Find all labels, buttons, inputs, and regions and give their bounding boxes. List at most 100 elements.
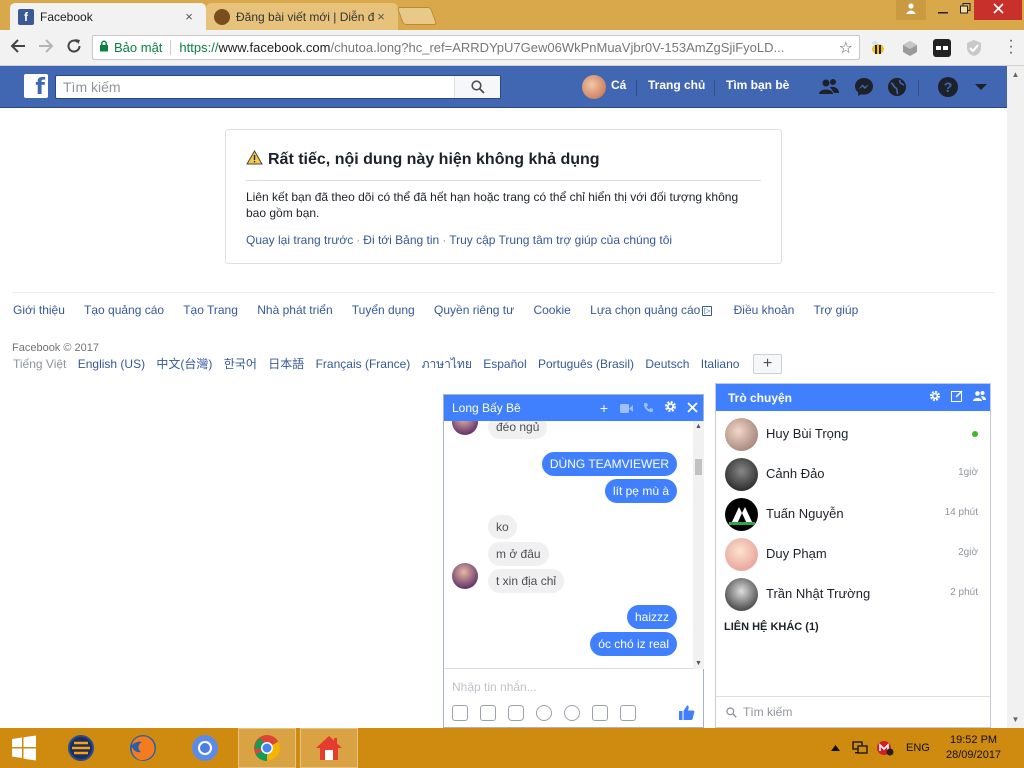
reload-icon[interactable] [63, 37, 85, 59]
messenger-icon[interactable] [853, 76, 875, 98]
network-icon[interactable] [852, 728, 868, 768]
add-people-icon[interactable]: + [593, 400, 615, 416]
chat-contact-item[interactable]: Duy Phạm 2giờ [716, 534, 992, 574]
user-profile-icon[interactable] [896, 0, 926, 20]
language-link[interactable]: English (US) [78, 357, 145, 371]
back-arrow-icon[interactable] [7, 37, 29, 59]
video-call-icon[interactable] [615, 400, 637, 416]
forward-arrow-icon[interactable] [35, 37, 57, 59]
chat-search[interactable]: Tìm kiếm [716, 696, 990, 727]
create-group-icon[interactable] [968, 390, 990, 405]
scrollbar-thumb[interactable] [695, 459, 702, 475]
footer-link-create-ad[interactable]: Tạo quảng cáo [84, 303, 164, 317]
footer-link-ad-choices[interactable]: Lựa chọn quảng cáo [590, 303, 700, 317]
chat-sidebar-header[interactable]: Trò chuyện [716, 384, 990, 411]
chat-messages[interactable]: đéo ngủ DÙNG TEAMVIEWER lít pẹ mù à ko m… [444, 421, 694, 669]
more-languages-button[interactable]: + [753, 354, 782, 374]
language-link[interactable]: 中文(台灣) [156, 357, 212, 371]
language-link[interactable]: Português (Brasil) [538, 357, 634, 371]
footer-link-privacy[interactable]: Quyền riêng tư [434, 303, 514, 317]
help-icon[interactable]: ? [937, 76, 959, 98]
chat-contact-item[interactable]: Trần Nhật Trường 2 phút [716, 574, 992, 614]
new-message-icon[interactable] [946, 390, 968, 405]
chat-contact-item[interactable]: Cảnh Đảo 1giờ [716, 454, 992, 494]
voice-call-icon[interactable] [637, 400, 659, 416]
scroll-up-arrow-icon[interactable]: ▲ [1007, 70, 1024, 79]
tab-close-icon[interactable]: × [182, 9, 196, 24]
window-close-button[interactable] [974, 0, 1022, 20]
search-input[interactable] [56, 76, 456, 98]
home-link[interactable]: Trang chủ [648, 78, 705, 92]
contact-avatar[interactable] [452, 421, 478, 435]
language-link[interactable]: Deutsch [645, 357, 689, 371]
emoji-icon[interactable] [536, 705, 552, 721]
new-tab-button[interactable] [396, 7, 438, 25]
chat-contact-item[interactable]: Tuấn Nguyễn 14 phút [716, 494, 992, 534]
profile-avatar[interactable] [582, 75, 606, 99]
system-clock[interactable]: 19:52 PM 28/09/2017 [946, 733, 1001, 763]
bookmark-star-icon[interactable]: ☆ [839, 38, 853, 58]
gif-icon[interactable] [508, 705, 524, 721]
chat-window-header[interactable]: Long Bấy Bê + [444, 395, 703, 421]
profile-name-link[interactable]: Cá [611, 78, 626, 92]
language-link[interactable]: Español [483, 357, 526, 371]
chrome-menu-icon[interactable]: · · · [1004, 33, 1018, 61]
tab-forum[interactable]: Đăng bài viết mới | Diễn đ × [206, 3, 398, 30]
start-button[interactable] [0, 728, 48, 768]
taskbar-app-chrome[interactable] [238, 728, 296, 768]
language-link[interactable]: Italiano [701, 357, 740, 371]
message-input[interactable]: Nhập tin nhắn... [444, 672, 703, 702]
notifications-globe-icon[interactable] [886, 76, 908, 98]
show-hidden-icons-caret-icon[interactable] [831, 728, 840, 768]
glasses-extension-icon[interactable] [933, 39, 951, 57]
page-scrollbar[interactable]: ▲ ▼ [1007, 66, 1024, 728]
find-friends-link[interactable]: Tìm bạn bè [726, 78, 789, 92]
thumbs-up-icon[interactable] [678, 704, 695, 726]
attachment-icon[interactable] [564, 705, 580, 721]
chat-settings-gear-icon[interactable] [659, 400, 681, 416]
footer-link-help[interactable]: Trợ giúp [813, 303, 858, 317]
footer-link-careers[interactable]: Tuyển dụng [352, 303, 415, 317]
bee-extension-icon[interactable] [869, 39, 887, 57]
scroll-down-arrow-icon[interactable]: ▼ [694, 660, 703, 667]
calendar-icon[interactable] [620, 705, 636, 721]
chat-contact-item[interactable]: Huy Bùi Trọng [716, 414, 992, 454]
address-bar[interactable]: Bảo mật https:// www.facebook.com /chuto… [92, 35, 860, 60]
camera-icon[interactable] [592, 705, 608, 721]
taskbar-app-chromium[interactable] [176, 728, 234, 768]
footer-link-about[interactable]: Giới thiệu [13, 303, 65, 317]
ad-choices-icon[interactable]: ▷ [702, 305, 713, 316]
search-icon[interactable] [454, 76, 500, 98]
cube-extension-icon[interactable] [901, 39, 919, 57]
language-link[interactable]: ภาษาไทย [422, 357, 472, 371]
account-menu-caret-icon[interactable] [970, 76, 992, 98]
footer-link-cookie[interactable]: Cookie [533, 303, 570, 317]
tab-facebook[interactable]: f Facebook × [10, 3, 206, 30]
news-feed-link[interactable]: Đi tới Bảng tin [363, 233, 439, 247]
footer-link-terms[interactable]: Điều khoản [734, 303, 795, 317]
scroll-up-arrow-icon[interactable]: ▲ [694, 423, 703, 430]
other-contacts-heading[interactable]: LIÊN HỆ KHÁC (1) [724, 621, 819, 633]
contact-avatar[interactable] [452, 563, 478, 589]
footer-link-developers[interactable]: Nhà phát triển [257, 303, 332, 317]
input-language-indicator[interactable]: ENG [906, 728, 930, 768]
footer-link-create-page[interactable]: Tạo Trang [183, 303, 238, 317]
language-link[interactable]: 한국어 [224, 357, 257, 371]
security-label[interactable]: Bảo mật [114, 40, 172, 55]
sticker-icon[interactable] [480, 705, 496, 721]
scroll-down-arrow-icon[interactable]: ▼ [1007, 715, 1024, 724]
chat-scrollbar[interactable]: ▲ ▼ [693, 421, 704, 669]
photo-icon[interactable] [452, 705, 468, 721]
chat-contact-name[interactable]: Long Bấy Bê [452, 401, 593, 415]
taskbar-app-eclipse[interactable] [52, 728, 110, 768]
language-link[interactable]: 日本語 [268, 357, 304, 371]
facebook-logo-icon[interactable]: f [24, 74, 48, 100]
tab-close-icon[interactable]: × [374, 9, 388, 24]
chat-options-gear-icon[interactable] [924, 390, 946, 405]
language-link[interactable]: Français (France) [316, 357, 411, 371]
chat-close-icon[interactable] [681, 400, 703, 416]
go-back-link[interactable]: Quay lại trang trước [246, 233, 353, 247]
taskbar-app-home[interactable] [300, 728, 358, 768]
antivirus-tray-icon[interactable] [876, 728, 894, 768]
friend-requests-icon[interactable] [818, 76, 840, 98]
